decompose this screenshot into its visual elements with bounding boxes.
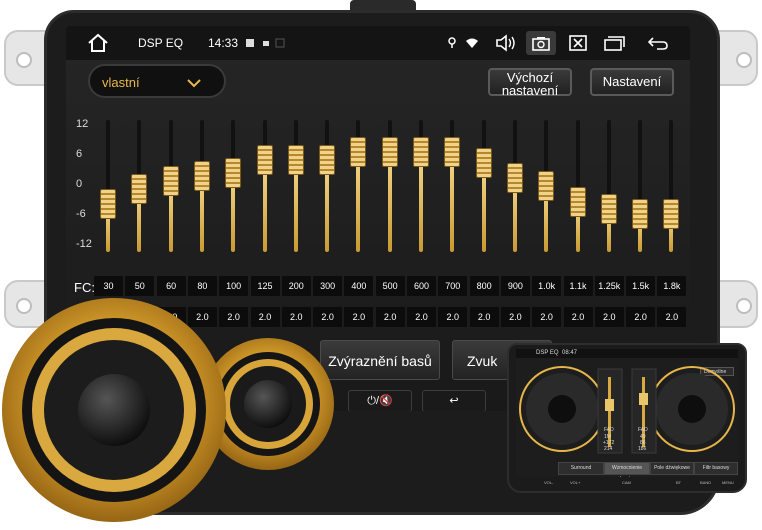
db-scale-label: 12 — [76, 118, 89, 130]
eq-slider-knob[interactable] — [506, 163, 523, 194]
mini-tab-surround-label: Surround — [570, 465, 592, 471]
q-cell[interactable]: 2.0 — [469, 307, 499, 327]
fc-cell[interactable]: 900 — [500, 276, 530, 296]
fc-cell[interactable]: 1.0k — [532, 276, 562, 296]
q-cell[interactable]: 2.0 — [657, 307, 687, 327]
db-scale-label: -6 — [76, 208, 86, 220]
close-window-icon[interactable] — [566, 32, 590, 54]
eq-slider-knob[interactable] — [319, 145, 336, 176]
mini-tab-surround[interactable]: Surround — [558, 462, 604, 475]
eq-slider-knob[interactable] — [193, 160, 210, 191]
fc-cell[interactable]: 800 — [469, 276, 499, 296]
mini-fader-left-value-3: 214 — [604, 446, 613, 452]
mute-toggle-icon: ⏻/🔇 — [367, 395, 393, 407]
db-scale-label: 0 — [76, 178, 83, 190]
mini-tab-bass-filter-label: Filtr basowy — [702, 465, 730, 471]
mini-speakers-graphic — [519, 366, 735, 454]
back-icon[interactable] — [646, 32, 670, 54]
fc-cell[interactable]: 1.1k — [563, 276, 593, 296]
eq-slider-knob[interactable] — [600, 194, 617, 225]
mini-hw-vol-up[interactable]: VOL+ — [570, 480, 580, 485]
q-cell[interactable]: 2.0 — [438, 307, 468, 327]
mini-tab-bass-label: Wzmocnienie basów — [611, 465, 642, 477]
fc-cell[interactable]: 1.8k — [657, 276, 687, 296]
large-speaker — [2, 298, 226, 522]
q-cell[interactable]: 2.0 — [594, 307, 624, 327]
default-settings-label: Výchozí nastavení — [501, 70, 559, 98]
mini-tab-bass-filter[interactable]: Filtr basowy — [694, 462, 738, 475]
q-cell[interactable]: 2.0 — [626, 307, 656, 327]
eq-slider-knob[interactable] — [475, 147, 492, 178]
back-arrow-button[interactable]: ↩ — [422, 390, 486, 411]
q-cell[interactable]: 2.0 — [375, 307, 405, 327]
back-arrow-icon: ↩ — [449, 395, 459, 407]
mini-hw-cam[interactable]: CAM — [622, 480, 631, 485]
eq-slider-knob[interactable] — [632, 199, 649, 230]
mini-fader-right-label: FAD — [638, 427, 648, 433]
eq-slider-knob[interactable] — [162, 165, 179, 196]
mini-time: 08:47 — [562, 350, 578, 356]
mini-fader-right-value-3: 186 — [638, 446, 647, 452]
chevron-down-icon — [186, 75, 202, 93]
eq-slider-knob[interactable] — [569, 186, 586, 217]
q-cell[interactable]: 2.0 — [407, 307, 436, 327]
fc-cell[interactable]: 500 — [375, 276, 405, 296]
app-title: DSP EQ — [138, 36, 184, 50]
eq-slider-knob[interactable] — [287, 145, 304, 176]
preset-dropdown[interactable]: vlastní — [88, 64, 226, 98]
preset-label: vlastní — [102, 75, 140, 90]
eq-slider-knob[interactable] — [413, 137, 429, 168]
volume-icon[interactable] — [494, 32, 518, 54]
screenshot-icon[interactable] — [526, 31, 556, 55]
mini-device-screen: DSP EQ 08:47 Domyślne FAD FAD 1M +172 21… — [516, 349, 738, 477]
eq-slider-knob[interactable] — [444, 137, 461, 168]
mini-title: DSP EQ — [536, 350, 559, 356]
fc-cell[interactable]: 1.5k — [626, 276, 656, 296]
eq-slider-knob[interactable] — [131, 173, 148, 204]
settings-button[interactable]: Nastavení — [590, 68, 674, 96]
eq-slider-knob[interactable] — [350, 137, 367, 168]
default-settings-button[interactable]: Výchozí nastavení — [488, 68, 572, 98]
recent-apps-icon[interactable] — [602, 32, 626, 54]
eq-slider-fill — [450, 152, 455, 252]
mini-hw-menu[interactable]: MENU — [722, 480, 734, 485]
mini-tab-bass[interactable]: Wzmocnienie basów — [604, 462, 650, 477]
usb-icon — [268, 32, 292, 54]
fc-cell[interactable]: 1.25k — [594, 276, 624, 296]
mini-tab-soundfield[interactable]: Pole dźwiękowe — [650, 462, 694, 475]
q-cell[interactable]: 2.0 — [563, 307, 593, 327]
q-cell[interactable]: 2.0 — [532, 307, 562, 327]
fc-cell[interactable]: 700 — [438, 276, 468, 296]
eq-slider-fill — [387, 152, 392, 252]
home-icon[interactable] — [86, 32, 110, 54]
eq-slider-knob[interactable] — [538, 171, 555, 201]
clock: 14:33 — [208, 36, 239, 50]
mini-tab-soundfield-label: Pole dźwiękowe — [654, 465, 690, 471]
eq-slider-fill — [356, 152, 361, 252]
mini-hw-vol-down[interactable]: VOL- — [544, 480, 553, 485]
db-scale-label: 6 — [76, 148, 83, 160]
sound-label: Zvuk — [467, 353, 498, 369]
status-bar: DSP EQ 14:33 — [66, 26, 690, 60]
mini-fader-left-label: FAD — [604, 427, 614, 433]
db-scale-label: -12 — [76, 238, 92, 250]
mini-hw-bt[interactable]: BT — [676, 480, 681, 485]
mini-hw-band[interactable]: BAND — [700, 480, 711, 485]
settings-label: Nastavení — [602, 74, 662, 89]
eq-slider-knob[interactable] — [225, 158, 242, 189]
eq-slider-knob[interactable] — [100, 189, 116, 220]
speaker-graphic — [2, 298, 334, 522]
eq-slider-knob[interactable] — [663, 199, 680, 230]
eq-slider-knob[interactable] — [381, 137, 398, 168]
eq-slider-knob[interactable] — [256, 145, 273, 176]
q-cell[interactable]: 2.0 — [500, 307, 530, 327]
wifi-icon — [460, 32, 484, 54]
fc-cell[interactable]: 600 — [407, 276, 436, 296]
eq-slider-fill — [419, 152, 423, 252]
